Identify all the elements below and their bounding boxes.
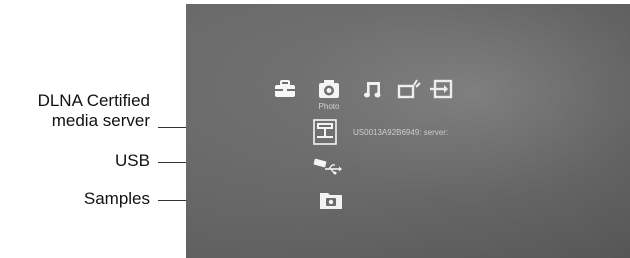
category-label-photo: Photo [318,102,340,111]
callout-dlna-line1: DLNA Certified [37,91,150,110]
callout-usb: USB [115,151,150,170]
usb-icon[interactable] [312,154,342,178]
toolbox-icon[interactable] [272,76,298,102]
video-icon[interactable] [396,76,422,102]
tv-screen: Photo US0013A92B6949: server: [186,4,630,258]
camera-icon[interactable] [316,76,342,102]
server-name[interactable]: US0013A92B6949: server: [353,128,448,137]
callout-samples: Samples [83,189,150,208]
callout-dlna-line2: media server [51,111,150,130]
media-server-icon[interactable] [312,119,338,145]
samples-folder-icon[interactable] [318,189,344,211]
music-note-icon[interactable] [360,76,386,102]
callout-dlna: DLNA Certified media server [4,91,150,131]
input-icon[interactable] [428,76,454,102]
